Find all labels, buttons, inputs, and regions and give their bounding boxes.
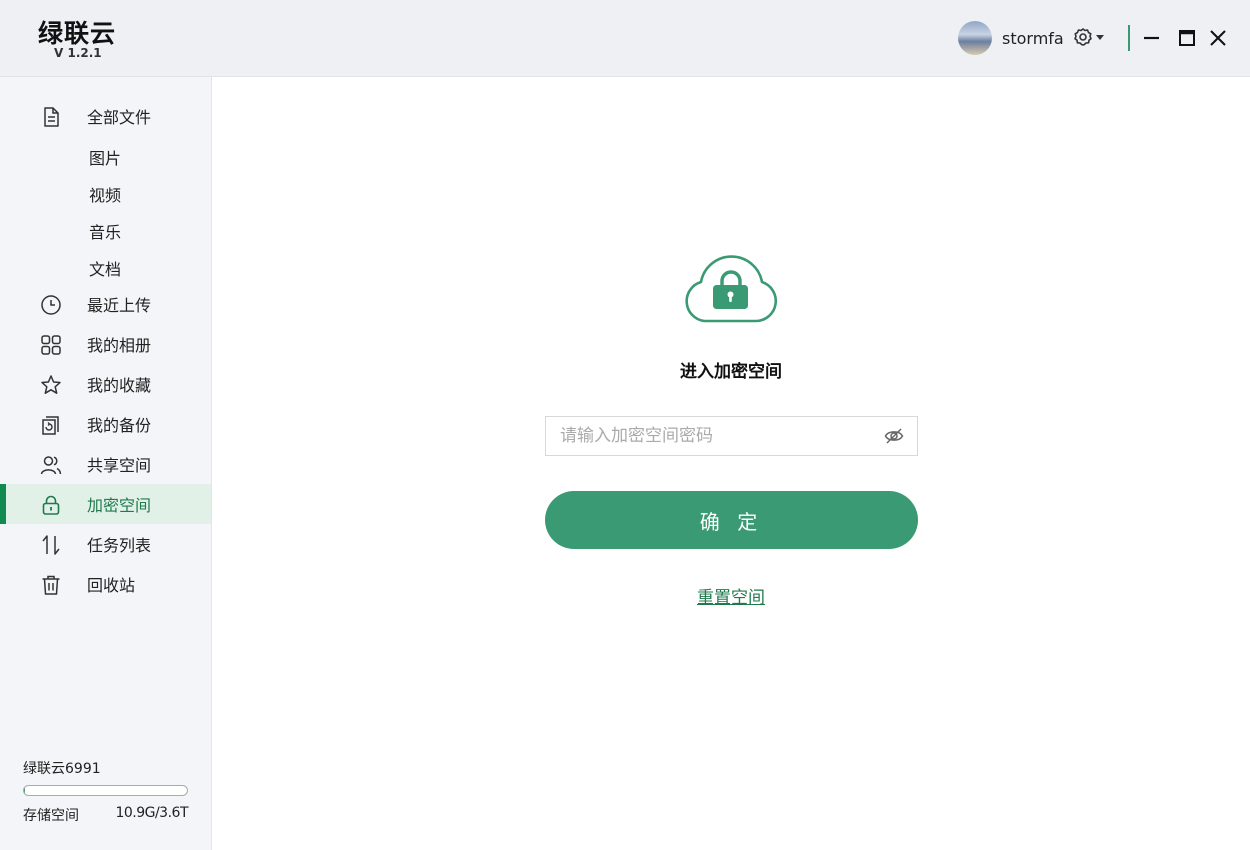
storage-progress-bar xyxy=(23,785,188,796)
backup-icon xyxy=(42,416,59,435)
maximize-button[interactable] xyxy=(1177,28,1197,48)
cloud-lock-icon xyxy=(685,255,778,323)
close-button[interactable] xyxy=(1208,28,1228,48)
grid-icon xyxy=(41,335,61,355)
sidebar-item-label: 回收站 xyxy=(87,576,136,595)
sidebar-item-backup[interactable]: 我的备份 xyxy=(0,404,211,444)
sidebar-item-label: 加密空间 xyxy=(87,496,152,515)
app-name: 绿联云 xyxy=(38,19,117,48)
file-icon xyxy=(44,107,59,127)
sidebar-item-label: 我的备份 xyxy=(87,416,152,435)
chevron-down-icon xyxy=(1096,34,1104,40)
minimize-icon xyxy=(1144,36,1159,40)
user-profile[interactable]: stormfa xyxy=(958,21,1064,55)
transfer-icon xyxy=(42,535,60,555)
minimize-button[interactable] xyxy=(1142,28,1162,48)
settings-button[interactable] xyxy=(1073,27,1104,47)
gear-icon xyxy=(1074,28,1092,46)
sidebar-item-label: 我的相册 xyxy=(87,336,152,355)
sidebar-item-label: 最近上传 xyxy=(87,296,152,315)
title-bar: 绿联云 V 1.2.1 stormfa xyxy=(0,0,1250,77)
storage-label: 存储空间 xyxy=(23,808,79,824)
sidebar-subitem-music[interactable]: 音乐 xyxy=(89,219,121,243)
users-icon xyxy=(40,456,62,475)
sidebar-item-recycle-bin[interactable]: 回收站 xyxy=(0,564,211,604)
sidebar-item-task-list[interactable]: 任务列表 xyxy=(0,524,211,564)
sidebar: 全部文件 图片 视频 音乐 文档 最近上传 我的相册 我的收藏 我的备份 共享空… xyxy=(0,77,212,850)
eye-off-icon[interactable] xyxy=(884,426,904,446)
sidebar-item-albums[interactable]: 我的相册 xyxy=(0,324,211,364)
sidebar-item-label: 任务列表 xyxy=(87,536,152,555)
confirm-button[interactable]: 确 定 xyxy=(545,491,918,549)
reset-space-link[interactable]: 重置空间 xyxy=(640,583,822,608)
sidebar-item-label: 共享空间 xyxy=(87,456,152,475)
trash-icon xyxy=(42,575,60,595)
username[interactable]: stormfa xyxy=(1002,29,1064,48)
star-icon xyxy=(41,375,61,394)
page-title: 进入加密空间 xyxy=(680,362,782,382)
sidebar-subitem-documents[interactable]: 文档 xyxy=(89,256,121,280)
lock-icon xyxy=(42,495,60,515)
sidebar-subitem-videos[interactable]: 视频 xyxy=(89,182,121,206)
sidebar-item-favorites[interactable]: 我的收藏 xyxy=(0,364,211,404)
password-field-container xyxy=(545,416,918,456)
sidebar-item-all-files[interactable]: 全部文件 xyxy=(0,96,211,136)
close-icon xyxy=(1210,30,1226,46)
sidebar-subitem-pictures[interactable]: 图片 xyxy=(89,145,121,169)
avatar[interactable] xyxy=(958,21,992,55)
sidebar-item-encrypted-space[interactable]: 加密空间 xyxy=(0,484,211,524)
sidebar-item-label: 全部文件 xyxy=(87,108,152,127)
sidebar-item-shared-space[interactable]: 共享空间 xyxy=(0,444,211,484)
sidebar-item-recent-uploads[interactable]: 最近上传 xyxy=(0,284,211,324)
app-version: V 1.2.1 xyxy=(54,46,102,60)
clock-icon xyxy=(41,295,61,315)
device-name: 绿联云6991 xyxy=(23,761,101,777)
storage-value: 10.9G/3.6T xyxy=(115,805,188,821)
password-input[interactable] xyxy=(560,417,870,455)
maximize-icon xyxy=(1179,30,1195,46)
divider xyxy=(1128,25,1130,51)
sidebar-item-label: 我的收藏 xyxy=(87,376,152,395)
